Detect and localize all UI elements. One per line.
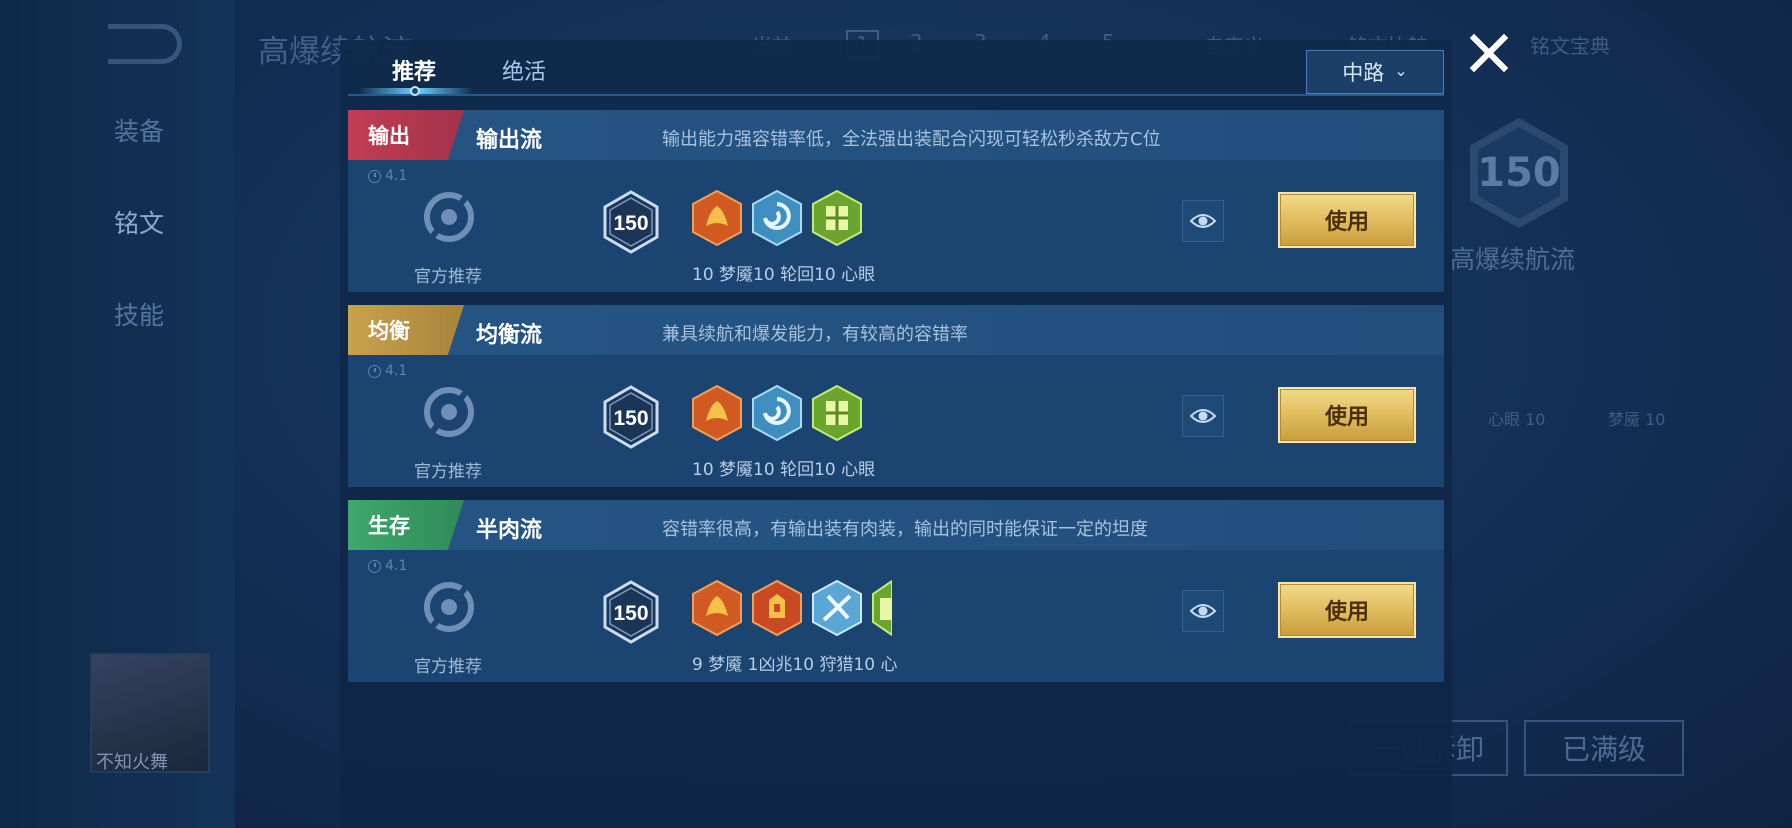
rune-set-card-output: 输出 输出流 输出能力强容错率低，全法强出装配合闪现可轻松秒杀敌方C位 4.1 …: [348, 110, 1444, 292]
eye-icon: [1189, 604, 1217, 618]
card-type-tag: 输出: [348, 110, 464, 160]
chevron-down-icon: ⌄: [1394, 60, 1408, 80]
card-version: 4.1: [368, 168, 407, 184]
preview-button[interactable]: [1182, 590, 1224, 632]
eye-icon: [1189, 409, 1217, 423]
preview-button[interactable]: [1182, 395, 1224, 437]
level-badge: 150: [603, 580, 659, 644]
background-nav-skills: 技能: [114, 301, 165, 330]
lane-select[interactable]: 中路 ⌄: [1306, 50, 1444, 94]
official-recommend-label: 官方推荐: [414, 462, 482, 482]
rune-set-card-balanced: 均衡 均衡流 兼具续航和爆发能力，有较高的容错率 4.1 官方推荐 150 10…: [348, 305, 1444, 487]
rune-green-icon: [812, 385, 862, 441]
tab-recommended[interactable]: 推荐: [392, 54, 436, 86]
background-right-rune-1: 心眼 10: [1488, 410, 1546, 429]
background-player-name: 不知火舞: [96, 752, 168, 773]
card-name: 半肉流: [476, 518, 543, 543]
card-header: 输出 输出流 输出能力强容错率低，全法强出装配合闪现可轻松秒杀敌方C位: [348, 110, 1444, 160]
clock-icon: [368, 169, 381, 183]
eye-icon: [1189, 214, 1217, 228]
card-name: 输出流: [476, 128, 543, 153]
modal-tab-bar: 推荐 绝活: [348, 46, 1444, 96]
use-button[interactable]: 使用: [1278, 192, 1416, 248]
close-button[interactable]: [1466, 30, 1512, 76]
rune-labels: 10 梦魇10 轮回10 心眼: [692, 460, 876, 480]
card-version-label: 4.1: [385, 363, 408, 379]
tab-indicator-dot: [410, 86, 420, 96]
card-type-tag: 生存: [348, 500, 464, 550]
official-recommend-icon: [424, 192, 474, 242]
card-version-label: 4.1: [385, 168, 408, 184]
close-icon: [1469, 33, 1509, 73]
background-rune-guide: 铭文宝典: [1530, 34, 1610, 58]
official-recommend-label: 官方推荐: [414, 267, 482, 287]
card-description: 输出能力强容错率低，全法强出装配合闪现可轻松秒杀敌方C位: [662, 129, 1161, 150]
rune-red-icon: [692, 580, 742, 636]
card-version: 4.1: [368, 558, 407, 574]
card-header: 均衡 均衡流 兼具续航和爆发能力，有较高的容错率: [348, 305, 1444, 355]
back-icon: [108, 24, 182, 64]
rune-set-card-survival: 生存 半肉流 容错率很高，有输出装有肉装，输出的同时能保证一定的坦度 4.1 官…: [348, 500, 1444, 682]
background-maxed-button: 已满级: [1524, 720, 1684, 776]
use-button[interactable]: 使用: [1278, 387, 1416, 443]
rune-blue-icon: [752, 385, 802, 441]
rune-labels: 9 梦魇 1凶兆10 狩猎10 心: [692, 655, 898, 675]
level-badge-text: 150: [613, 602, 648, 625]
lane-select-label: 中路: [1342, 61, 1385, 85]
level-badge-text: 150: [613, 212, 648, 235]
background-nav-equipment: 装备: [114, 117, 165, 146]
rune-red-omen-icon: [752, 580, 802, 636]
card-version-label: 4.1: [385, 558, 408, 574]
card-header: 生存 半肉流 容错率很高，有输出装有肉装，输出的同时能保证一定的坦度: [348, 500, 1444, 550]
rune-blue-icon: [752, 190, 802, 246]
rune-red-icon: [692, 385, 742, 441]
level-badge: 150: [603, 385, 659, 449]
official-recommend-icon: [424, 387, 474, 437]
rune-green-partial-icon: [872, 580, 892, 636]
card-version: 4.1: [368, 363, 407, 379]
tab-signature[interactable]: 绝活: [502, 54, 546, 86]
use-button[interactable]: 使用: [1278, 582, 1416, 638]
level-badge: 150: [603, 190, 659, 254]
background-nav-runes: 铭文: [114, 209, 165, 238]
clock-icon: [368, 364, 381, 378]
background-right-rune-2: 梦魇 10: [1608, 410, 1666, 429]
level-badge-text: 150: [613, 407, 648, 430]
background-right-name: 高爆续航流: [1450, 245, 1576, 274]
card-name: 均衡流: [476, 323, 543, 348]
preview-button[interactable]: [1182, 200, 1224, 242]
card-type-tag: 均衡: [348, 305, 464, 355]
rune-labels: 10 梦魇10 轮回10 心眼: [692, 265, 876, 285]
clock-icon: [368, 559, 381, 573]
official-recommend-icon: [424, 582, 474, 632]
card-description: 容错率很高，有输出装有肉装，输出的同时能保证一定的坦度: [662, 519, 1148, 540]
official-recommend-label: 官方推荐: [414, 657, 482, 677]
card-description: 兼具续航和爆发能力，有较高的容错率: [662, 324, 968, 345]
rune-red-icon: [692, 190, 742, 246]
rune-blue-hunt-icon: [812, 580, 862, 636]
rune-green-icon: [812, 190, 862, 246]
